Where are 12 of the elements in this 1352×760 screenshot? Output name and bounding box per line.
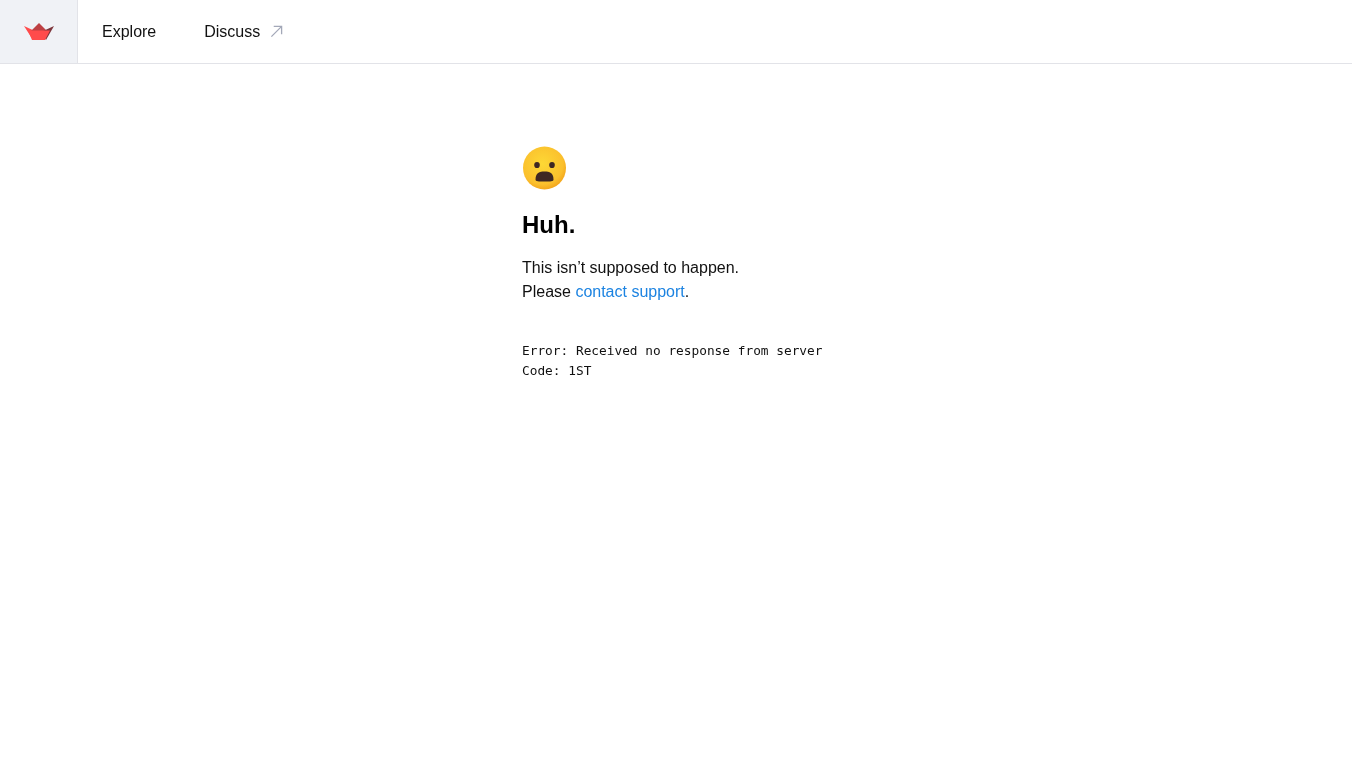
- nav-link[interactable]: Explore: [78, 0, 181, 63]
- nav-link[interactable]: Discuss: [180, 0, 308, 63]
- frowning-face-icon: [522, 146, 567, 190]
- error-heading: Huh.: [522, 210, 576, 240]
- error-message-text: This isn’t supposed to happen.: [522, 258, 740, 278]
- support-prompt-text: Please contact support.: [522, 282, 690, 302]
- crown-icon: [23, 23, 54, 40]
- contact-support-link[interactable]: contact support: [575, 283, 685, 300]
- arrow-up-right-icon: [270, 25, 284, 38]
- error-detail-text: Error: Received no response from server: [522, 342, 823, 360]
- logo-link[interactable]: [0, 0, 78, 63]
- error-detail-text: Code: 1ST: [522, 362, 592, 380]
